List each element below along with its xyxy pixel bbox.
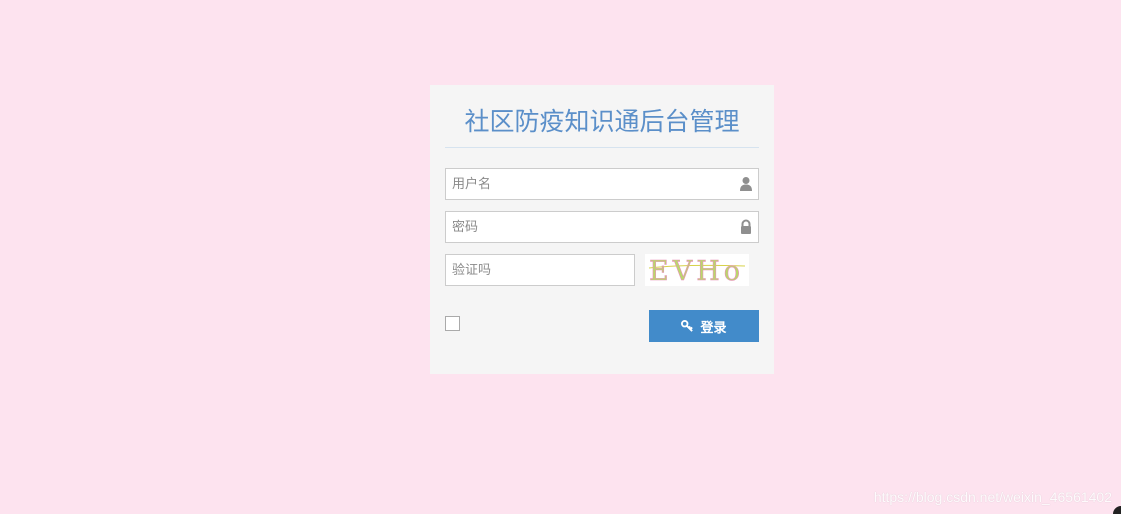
- lock-icon: [741, 219, 751, 234]
- window-corner: [1113, 506, 1121, 514]
- login-button[interactable]: 登录: [649, 310, 759, 342]
- password-field-wrapper: [445, 211, 759, 243]
- user-icon: [740, 177, 752, 191]
- title-divider: [445, 147, 759, 148]
- login-button-label: 登录: [700, 320, 727, 336]
- captcha-input[interactable]: [446, 255, 634, 285]
- captcha-field-wrapper: [445, 254, 635, 286]
- captcha-text: EVHo: [649, 256, 744, 286]
- username-input[interactable]: [446, 169, 758, 199]
- watermark-text: https://blog.csdn.net/weixin_46561402: [873, 489, 1112, 505]
- remember-checkbox[interactable]: [445, 316, 460, 331]
- username-field-wrapper: [445, 168, 759, 200]
- captcha-image[interactable]: EVHo: [645, 254, 749, 286]
- page-title: 社区防疫知识通后台管理: [464, 107, 740, 136]
- password-input[interactable]: [446, 212, 758, 242]
- key-icon: [681, 319, 694, 332]
- login-panel: 社区防疫知识通后台管理 EVHo 登录: [430, 85, 774, 374]
